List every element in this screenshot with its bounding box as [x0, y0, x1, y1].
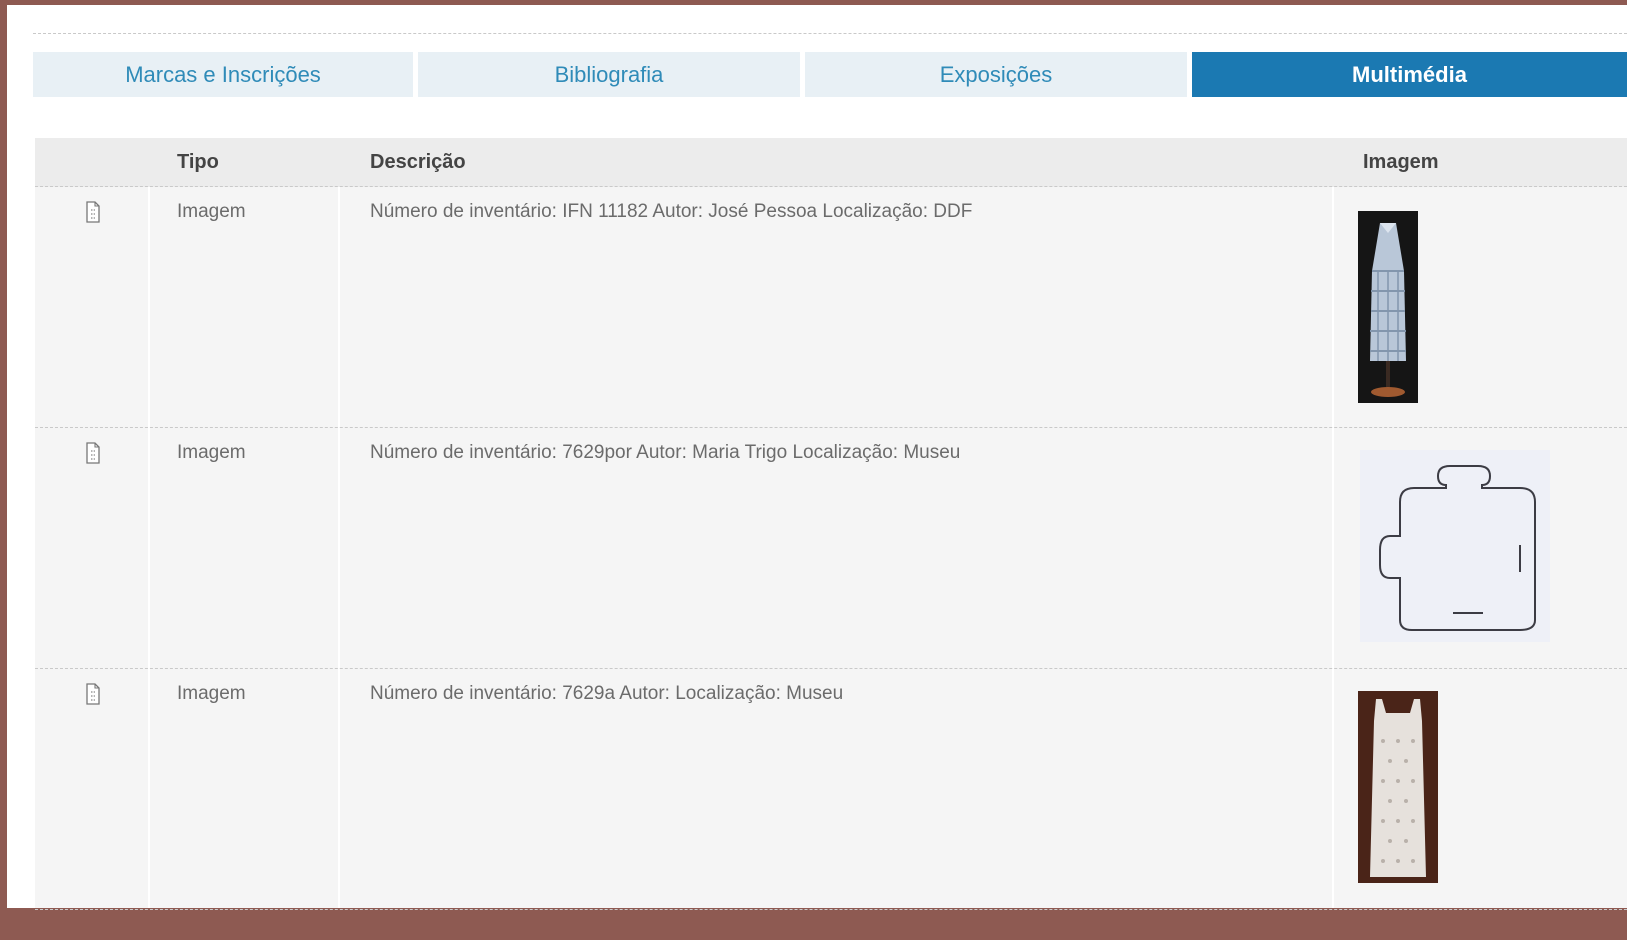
header-imagem: Imagem: [1363, 150, 1439, 173]
document-icon[interactable]: [85, 683, 101, 705]
page-frame-bottom: [0, 908, 1627, 940]
garment-pattern-drawing-thumbnail[interactable]: [1360, 450, 1550, 642]
white-lace-dress-thumbnail[interactable]: [1358, 691, 1438, 883]
table-row: Imagem Número de inventário: 7629por Aut…: [35, 428, 1627, 669]
cell-tipo: Imagem: [177, 683, 246, 704]
tab-bibliografia[interactable]: Bibliografia: [418, 52, 800, 97]
cell-tipo: Imagem: [177, 201, 246, 222]
tab-exposicoes[interactable]: Exposições: [805, 52, 1187, 97]
tab-marcas-e-inscricoes[interactable]: Marcas e Inscrições: [33, 52, 413, 97]
table-header: Tipo Descrição Imagem: [35, 138, 1627, 187]
section-divider: [33, 33, 1627, 34]
cell-descricao: Número de inventário: IFN 11182 Autor: J…: [370, 201, 973, 222]
tab-multimedia[interactable]: Multimédia: [1192, 52, 1627, 97]
header-descricao: Descrição: [370, 150, 466, 173]
page-frame-top: [0, 0, 1627, 5]
document-icon[interactable]: [85, 442, 101, 464]
tab-bar: Marcas e Inscrições Bibliografia Exposiç…: [33, 52, 1627, 97]
header-tipo: Tipo: [177, 150, 219, 173]
table-row: Imagem Número de inventário: 7629a Autor…: [35, 669, 1627, 910]
page-frame-left: [0, 0, 7, 940]
cell-descricao: Número de inventário: 7629a Autor: Local…: [370, 683, 844, 704]
dress-on-mannequin-thumbnail[interactable]: [1358, 211, 1418, 403]
multimedia-table: Tipo Descrição Imagem Imagem Número de i…: [35, 138, 1627, 910]
header-icon-column: [35, 138, 148, 186]
document-icon[interactable]: [85, 201, 101, 223]
table-row: Imagem Número de inventário: IFN 11182 A…: [35, 187, 1627, 428]
cell-descricao: Número de inventário: 7629por Autor: Mar…: [370, 442, 961, 463]
cell-tipo: Imagem: [177, 442, 246, 463]
